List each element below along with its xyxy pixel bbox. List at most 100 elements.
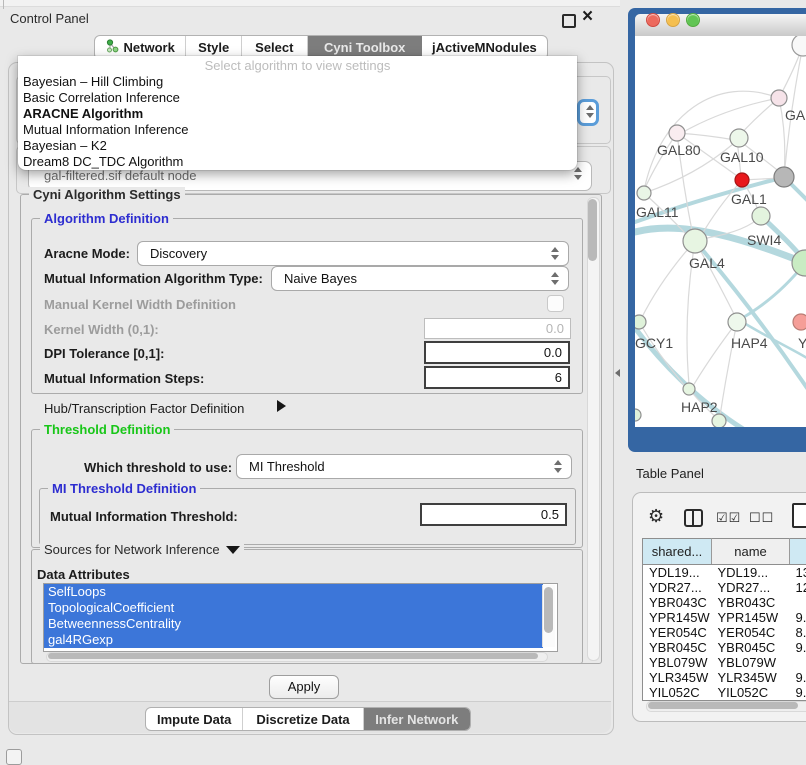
mi-threshold-field[interactable]: 0.5 xyxy=(420,503,567,526)
node-gal11[interactable] xyxy=(637,186,651,200)
deselect-all-checkboxes-icon[interactable]: ☐☐ xyxy=(749,510,774,526)
node-label: GAL4 xyxy=(689,255,725,271)
table-row[interactable]: YBL079WYBL079W xyxy=(643,655,806,670)
node-gal10[interactable] xyxy=(730,129,748,147)
mi-steps-field[interactable]: 6 xyxy=(424,366,570,389)
which-threshold-combo[interactable]: MI Threshold xyxy=(236,454,572,479)
algorithm-option[interactable]: Bayesian – K2 xyxy=(18,138,577,154)
collapsed-panel-icon[interactable] xyxy=(6,749,22,765)
table-cell: 9. xyxy=(790,685,806,701)
which-threshold-value: MI Threshold xyxy=(249,455,325,478)
table-cell: 9. xyxy=(790,640,806,655)
table-cell: YBR043C xyxy=(712,595,790,610)
node-green-right[interactable] xyxy=(792,250,806,276)
node-gray[interactable] xyxy=(774,167,794,187)
table-row[interactable]: YPR145WYPR145W9. xyxy=(643,610,806,625)
network-window-titlebar[interactable] xyxy=(635,14,806,37)
algorithm-option[interactable]: Bayesian – Hill Climbing xyxy=(18,74,577,90)
minimize-window-icon[interactable] xyxy=(666,13,680,27)
dpi-tolerance-label: DPI Tolerance [0,1]: xyxy=(44,346,164,361)
table-row[interactable]: YIL052CYIL052C9. xyxy=(643,685,806,701)
select-all-checkboxes-icon[interactable]: ☑☑ xyxy=(716,510,741,526)
network-edge[interactable] xyxy=(695,241,735,316)
data-attribute-item[interactable]: gal4RGexp xyxy=(44,632,543,648)
node-gcy1[interactable] xyxy=(635,315,646,329)
table-cell: YER054C xyxy=(712,625,790,640)
close-window-icon[interactable] xyxy=(646,13,660,27)
columns-icon[interactable] xyxy=(684,509,703,527)
network-edge[interactable] xyxy=(645,91,779,186)
node-label: HAP2 xyxy=(681,399,718,415)
node-pink-upper[interactable] xyxy=(771,90,787,106)
column-header-name[interactable]: name xyxy=(712,539,790,565)
settings-scrollbar-thumb[interactable] xyxy=(588,199,597,261)
table-row[interactable]: YLR345WYLR345W9. xyxy=(643,670,806,685)
node-salmon[interactable] xyxy=(793,314,806,330)
table-cell: YBL079W xyxy=(643,655,712,670)
table-panel-title: Table Panel xyxy=(636,466,704,481)
aracne-mode-label: Aracne Mode: xyxy=(44,246,130,261)
attributes-vscrollbar-thumb[interactable] xyxy=(544,587,553,633)
mi-type-combo[interactable]: Naive Bayes xyxy=(271,266,569,291)
gear-icon[interactable]: ⚙ xyxy=(648,506,664,527)
close-panel-icon[interactable]: × xyxy=(582,6,593,28)
data-attribute-item[interactable]: BetweennessCentrality xyxy=(44,616,543,632)
node-red[interactable] xyxy=(735,173,749,187)
splitter-collapse-icon[interactable] xyxy=(615,369,620,377)
zoom-window-icon[interactable] xyxy=(686,13,700,27)
node-hap2[interactable] xyxy=(683,383,695,395)
node-green-mid[interactable] xyxy=(752,207,770,225)
algorithm-option[interactable]: Basic Correlation Inference xyxy=(18,90,577,106)
manual-kernel-checkbox[interactable] xyxy=(547,295,564,312)
node-label: SWI4 xyxy=(747,232,781,248)
sources-collapse-arrow-icon[interactable] xyxy=(226,546,240,554)
hub-expand-arrow-icon[interactable] xyxy=(277,400,286,412)
node-gal4[interactable] xyxy=(683,229,707,253)
data-attributes-list[interactable]: SelfLoopsTopologicalCoefficientBetweenne… xyxy=(43,583,558,652)
mi-type-label: Mutual Information Algorithm Type: xyxy=(44,271,263,286)
table-cell: YBR045C xyxy=(643,640,712,655)
tab-label: Network xyxy=(124,40,175,55)
node-top-partial[interactable] xyxy=(792,36,806,56)
network-edge[interactable] xyxy=(785,45,803,167)
node-green-left[interactable] xyxy=(635,409,641,421)
table-cell: YBR045C xyxy=(712,640,790,655)
combo-spinner-icon xyxy=(551,271,559,286)
table-row[interactable]: YBR045CYBR045C9. xyxy=(643,640,806,655)
table-row[interactable]: YDR27...YDR27...12 xyxy=(643,580,806,595)
bottom-tab-infer-network[interactable]: Infer Network xyxy=(364,708,470,730)
apply-button[interactable]: Apply xyxy=(269,675,339,699)
algorithm-dropdown-popup: Select algorithm to view settings Bayesi… xyxy=(18,56,577,170)
bottom-tab-bar: Impute DataDiscretize DataInfer Network xyxy=(145,707,471,731)
algorithm-option[interactable]: Dream8 DC_TDC Algorithm xyxy=(18,154,577,170)
network-canvas[interactable]: GALGAL80GAL10GAL1GAL11SWI4GAL4GCY1HAP4YH… xyxy=(635,36,806,427)
table-row[interactable]: YER054CYER054C8. xyxy=(643,625,806,640)
node-hap4[interactable] xyxy=(728,313,746,331)
new-table-icon[interactable] xyxy=(792,503,806,528)
bottom-tab-discretize-data[interactable]: Discretize Data xyxy=(243,708,363,730)
network-edge[interactable] xyxy=(641,241,695,319)
table-cell: YPR145W xyxy=(712,610,790,625)
network-edge[interactable] xyxy=(779,98,785,175)
node-gal80[interactable] xyxy=(669,125,685,141)
manual-kernel-label: Manual Kernel Width Definition xyxy=(44,297,236,312)
kernel-width-field[interactable]: 0.0 xyxy=(424,318,571,339)
data-attribute-item[interactable]: SelfLoops xyxy=(44,584,543,600)
table-hscrollbar-thumb[interactable] xyxy=(648,702,798,709)
table-row[interactable]: YBR043CYBR043C xyxy=(643,595,806,610)
algorithm-option[interactable]: Mutual Information Inference xyxy=(18,122,577,138)
table-row[interactable]: YDL19...YDL19...13 xyxy=(643,565,806,581)
node-green-bottom[interactable] xyxy=(712,414,726,427)
float-window-icon[interactable] xyxy=(562,14,576,28)
table-cell: YPR145W xyxy=(643,610,712,625)
inference-algorithm-combo-spinner[interactable] xyxy=(577,99,599,126)
bottom-tab-impute-data[interactable]: Impute Data xyxy=(146,708,243,730)
attributes-hscrollbar-thumb[interactable] xyxy=(48,653,538,659)
column-header-shared-[interactable]: shared... xyxy=(643,539,712,565)
column-header-a[interactable]: A xyxy=(790,539,806,565)
settings-scrollbar[interactable] xyxy=(587,197,600,661)
data-attribute-item[interactable]: TopologicalCoefficient xyxy=(44,600,543,616)
aracne-mode-combo[interactable]: Discovery xyxy=(137,241,569,266)
dpi-tolerance-field[interactable]: 0.0 xyxy=(424,341,570,364)
algorithm-option[interactable]: ARACNE Algorithm xyxy=(18,106,577,122)
